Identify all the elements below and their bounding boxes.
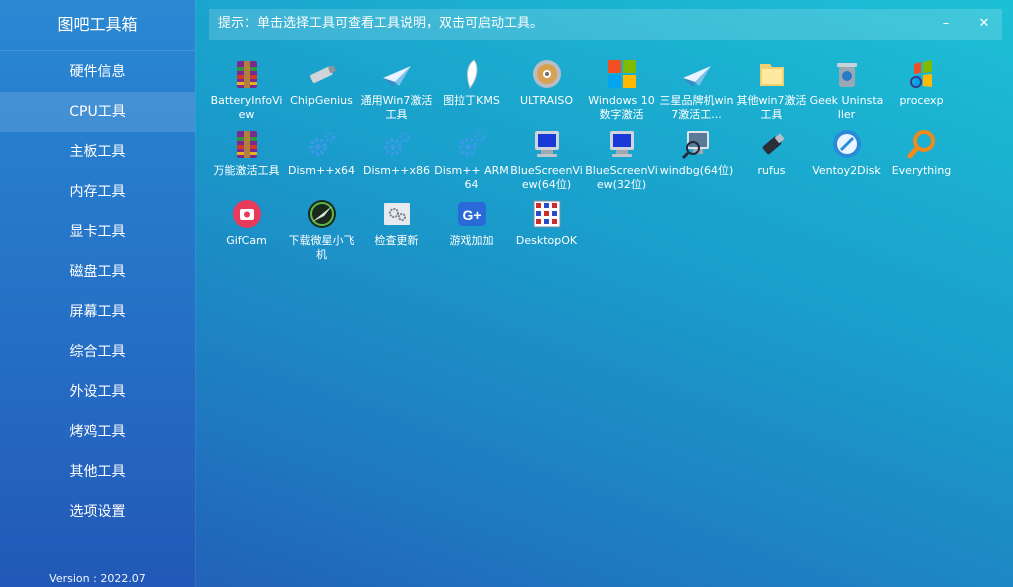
tool-label: BlueScreenView(32位) — [585, 164, 658, 191]
monitor-icon — [531, 128, 563, 160]
tool-label: Windows 10数字激活 — [588, 94, 655, 121]
minimize-button[interactable]: – — [934, 9, 958, 40]
sidebar-item-3[interactable]: 内存工具 — [0, 172, 195, 212]
tool-label: ChipGenius — [290, 94, 353, 107]
msi-afterburner-icon — [306, 198, 338, 230]
tool-item[interactable]: GifCam — [209, 192, 284, 260]
tool-label: BlueScreenView(64位) — [510, 164, 583, 191]
tool-item[interactable]: Dism++x86 — [359, 122, 434, 190]
sidebar-item-5[interactable]: 磁盘工具 — [0, 252, 195, 292]
camera-icon — [231, 198, 263, 230]
tool-label: procexp — [899, 94, 944, 107]
tool-item[interactable]: Everything — [884, 122, 959, 190]
tool-item[interactable]: DesktopOK — [509, 192, 584, 260]
tool-label: 万能激活工具 — [213, 164, 280, 177]
tool-label: Dism++ ARM64 — [434, 164, 509, 191]
tool-item[interactable]: 三星品牌机win7激活工... — [659, 52, 734, 121]
app-title: 图吧工具箱 — [0, 0, 195, 51]
tool-item[interactable]: procexp — [884, 52, 959, 120]
tool-item[interactable]: 其他win7激活工具 — [734, 52, 809, 121]
gears-icon — [456, 128, 488, 160]
tool-item[interactable]: G+ 游戏加加 — [434, 192, 509, 260]
paper-plane-icon — [381, 58, 413, 90]
usb-drive-icon — [756, 128, 788, 160]
tool-label: BatteryInfoView — [210, 94, 283, 121]
tool-label: DesktopOK — [515, 234, 578, 247]
tool-label: 三星品牌机win7激活工... — [659, 94, 734, 121]
tool-label: ULTRAISO — [520, 94, 573, 107]
windows-flag-icon — [906, 58, 938, 90]
winrar-icon — [231, 128, 263, 160]
tool-item[interactable]: Ventoy2Disk — [809, 122, 884, 190]
tool-label: Dism++x64 — [288, 164, 355, 177]
tool-label: 图拉丁KMS — [443, 94, 500, 107]
magnifier-icon — [906, 128, 938, 160]
tool-item[interactable]: Dism++x64 — [284, 122, 359, 190]
sidebar: 图吧工具箱 硬件信息 CPU工具 主板工具 内存工具 显卡工具 磁盘工具 屏幕工具 综合工具外… — [0, 0, 195, 587]
sidebar-item-11[interactable]: 选项设置 — [0, 492, 195, 532]
sidebar-item-4[interactable]: 显卡工具 — [0, 212, 195, 252]
winrar-icon — [231, 58, 263, 90]
tool-label: Geek Uninstaller — [809, 94, 884, 121]
sidebar-item-1[interactable]: CPU工具 — [0, 92, 195, 132]
tool-item[interactable]: BlueScreenView(32位) — [584, 122, 659, 191]
desktop-grid-icon — [531, 198, 563, 230]
monitor-icon — [606, 128, 638, 160]
tool-item[interactable]: 下载微星小飞机 — [284, 192, 359, 261]
sidebar-item-10[interactable]: 其他工具 — [0, 452, 195, 492]
trash-can-icon — [831, 58, 863, 90]
tool-label: Ventoy2Disk — [812, 164, 881, 177]
paper-plane-icon — [681, 58, 713, 90]
sidebar-item-9[interactable]: 烤鸡工具 — [0, 412, 195, 452]
tool-label: rufus — [757, 164, 786, 177]
tool-item[interactable]: Geek Uninstaller — [809, 52, 884, 121]
tool-item[interactable]: Windows 10数字激活 — [584, 52, 659, 121]
windows-logo-icon — [606, 58, 638, 90]
sidebar-item-8[interactable]: 外设工具 — [0, 372, 195, 412]
tool-item[interactable]: 图拉丁KMS — [434, 52, 509, 120]
ventoy-icon — [831, 128, 863, 160]
version-label: Version : 2022.07 — [49, 572, 146, 585]
tool-item[interactable]: windbg(64位) — [659, 122, 734, 190]
tool-label: Dism++x86 — [363, 164, 430, 177]
tool-item[interactable]: 检查更新 — [359, 192, 434, 260]
gears-icon — [381, 128, 413, 160]
folder-icon — [756, 58, 788, 90]
tool-item[interactable]: rufus — [734, 122, 809, 190]
tool-item[interactable]: BlueScreenView(64位) — [509, 122, 584, 191]
hint-text: 提示：单击选择工具可查看工具说明，双击可启动工具。 — [218, 16, 544, 31]
sidebar-item-2[interactable]: 主板工具 — [0, 132, 195, 172]
tool-item[interactable]: BatteryInfoView — [209, 52, 284, 121]
tool-label: 游戏加加 — [449, 234, 494, 247]
tool-label: GifCam — [226, 234, 267, 247]
close-button[interactable]: ✕ — [972, 9, 996, 40]
tool-item[interactable]: Dism++ ARM64 — [434, 122, 509, 191]
tool-label: 通用Win7激活工具 — [360, 94, 433, 121]
tool-item[interactable]: ChipGenius — [284, 52, 359, 120]
hint-bar: 提示：单击选择工具可查看工具说明，双击可启动工具。 – ✕ — [209, 9, 1002, 40]
sidebar-item-0[interactable]: 硬件信息 — [0, 52, 195, 92]
gears-icon — [306, 128, 338, 160]
tool-label: 其他win7激活工具 — [736, 94, 807, 121]
sidebar-item-6[interactable]: 屏幕工具 — [0, 292, 195, 332]
tool-item[interactable]: 万能激活工具 — [209, 122, 284, 190]
tool-label: Everything — [891, 164, 952, 177]
tool-label: windbg(64位) — [659, 164, 734, 177]
tool-item[interactable]: ULTRAISO — [509, 52, 584, 120]
update-gear-icon — [381, 198, 413, 230]
disc-icon — [531, 58, 563, 90]
debugger-icon — [681, 128, 713, 160]
sidebar-item-7[interactable]: 综合工具 — [0, 332, 195, 372]
gplus-icon: G+ — [456, 198, 488, 230]
feather-icon — [456, 58, 488, 90]
tool-label: 下载微星小飞机 — [288, 234, 355, 261]
tool-label: 检查更新 — [374, 234, 419, 247]
usb-stick-icon — [306, 58, 338, 90]
svg-text:G+: G+ — [462, 207, 481, 223]
tool-item[interactable]: 通用Win7激活工具 — [359, 52, 434, 121]
